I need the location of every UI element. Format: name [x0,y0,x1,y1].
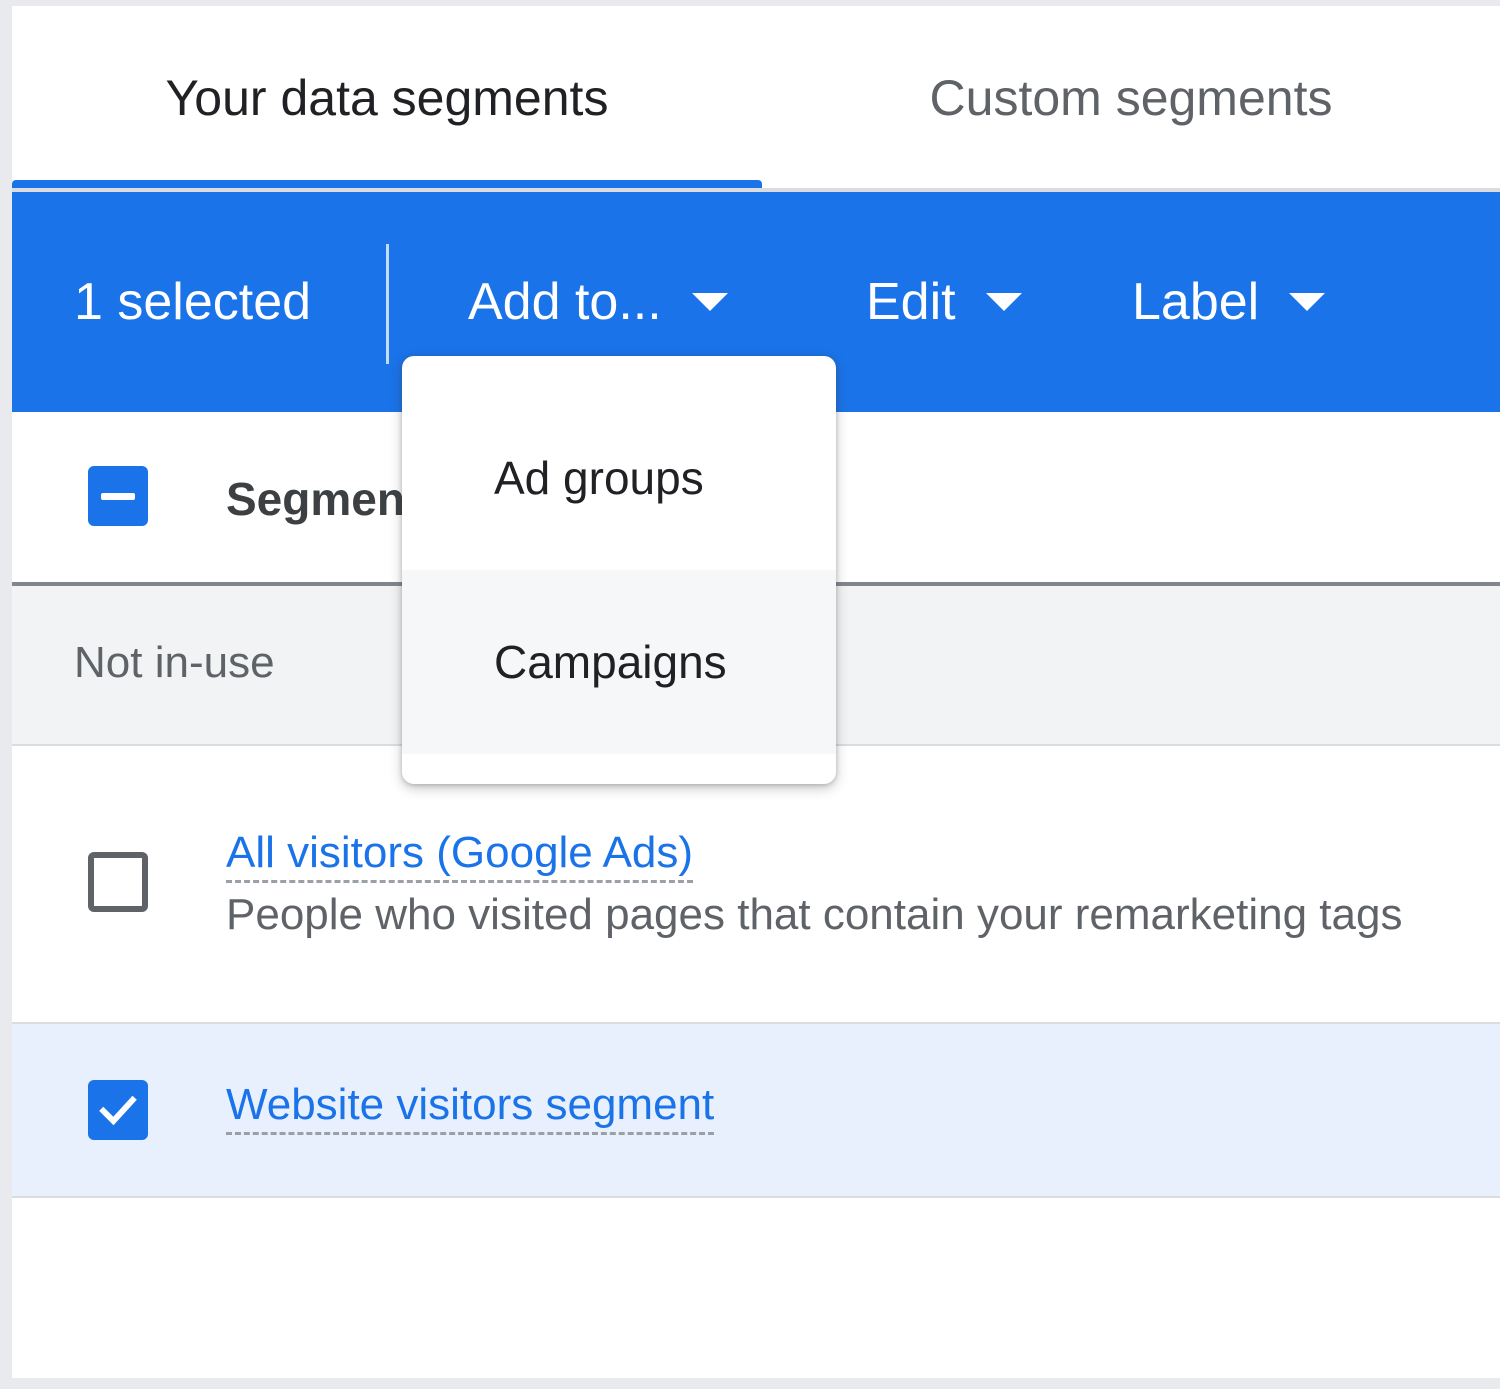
segment-name-link[interactable]: Website visitors segment [226,1080,715,1135]
menu-item-label: Ad groups [494,452,704,504]
active-tab-indicator [12,180,762,188]
tab-custom-segments[interactable]: Custom segments [762,6,1500,190]
checkmark-icon [99,1095,137,1126]
segments-panel: Your data segments Custom segments 1 sel… [12,6,1500,1378]
table-row: All visitors (Google Ads) People who vis… [12,746,1500,1022]
segment-name-link[interactable]: All visitors (Google Ads) [226,828,694,883]
row-checkbox[interactable] [88,1080,148,1140]
menu-item-ad-groups[interactable]: Ad groups [402,386,836,570]
column-header-segment[interactable]: Segment [226,472,420,526]
row-checkbox[interactable] [88,852,148,912]
add-to-dropdown-menu: Ad groups Campaigns [402,356,836,784]
segment-description: People who visited pages that contain yo… [226,890,1403,939]
tab-your-data-segments[interactable]: Your data segments [12,6,762,190]
add-to-button[interactable]: Add to... [468,272,728,332]
checkbox-indeterminate-icon [101,492,135,500]
select-all-checkbox[interactable] [88,466,148,526]
add-to-button-label: Add to... [468,273,662,331]
label-button[interactable]: Label [1132,272,1326,332]
edit-button[interactable]: Edit [866,272,1022,332]
segment-tabs: Your data segments Custom segments [12,6,1500,192]
menu-item-label: Campaigns [494,636,727,688]
label-button-label: Label [1132,273,1260,331]
menu-item-campaigns[interactable]: Campaigns [402,570,836,754]
edit-button-label: Edit [866,273,956,331]
action-bar-separator [386,244,389,364]
table-row-selected: Website visitors segment [12,1024,1500,1196]
caret-down-icon [985,293,1022,311]
caret-down-icon [691,293,728,311]
group-label: Not in-use [74,638,275,687]
selected-count: 1 selected [74,273,312,331]
caret-down-icon [1289,293,1326,311]
row-divider [12,1196,1500,1198]
